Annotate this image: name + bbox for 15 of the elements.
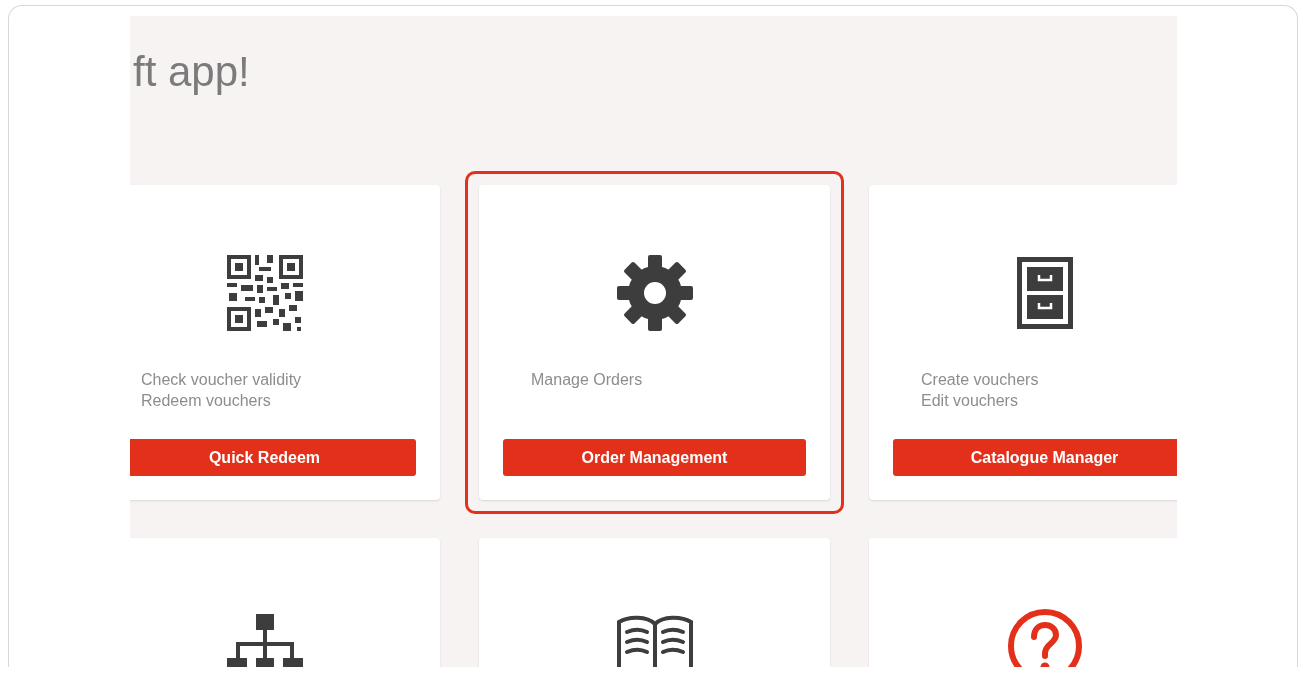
page-heading: ft app! bbox=[132, 47, 251, 97]
qr-code-icon bbox=[226, 255, 303, 331]
open-book-icon bbox=[614, 614, 695, 667]
card-action-button[interactable]: Quick Redeem bbox=[130, 439, 416, 476]
card-description: Edit vouchers bbox=[921, 392, 1019, 410]
card-action-button[interactable]: Order Management bbox=[503, 439, 806, 476]
card-action-button[interactable]: Catalogue Manager bbox=[893, 439, 1177, 476]
filing-cabinet-icon bbox=[1016, 257, 1073, 329]
sitemap-icon bbox=[226, 614, 303, 667]
help-icon bbox=[1006, 608, 1083, 667]
gear-icon bbox=[616, 255, 693, 331]
card-description: Manage Orders bbox=[531, 371, 644, 389]
card-description: Create vouchers bbox=[921, 371, 1040, 389]
card-description: Check voucher validity bbox=[141, 371, 303, 389]
card-description: Redeem vouchers bbox=[141, 392, 272, 410]
